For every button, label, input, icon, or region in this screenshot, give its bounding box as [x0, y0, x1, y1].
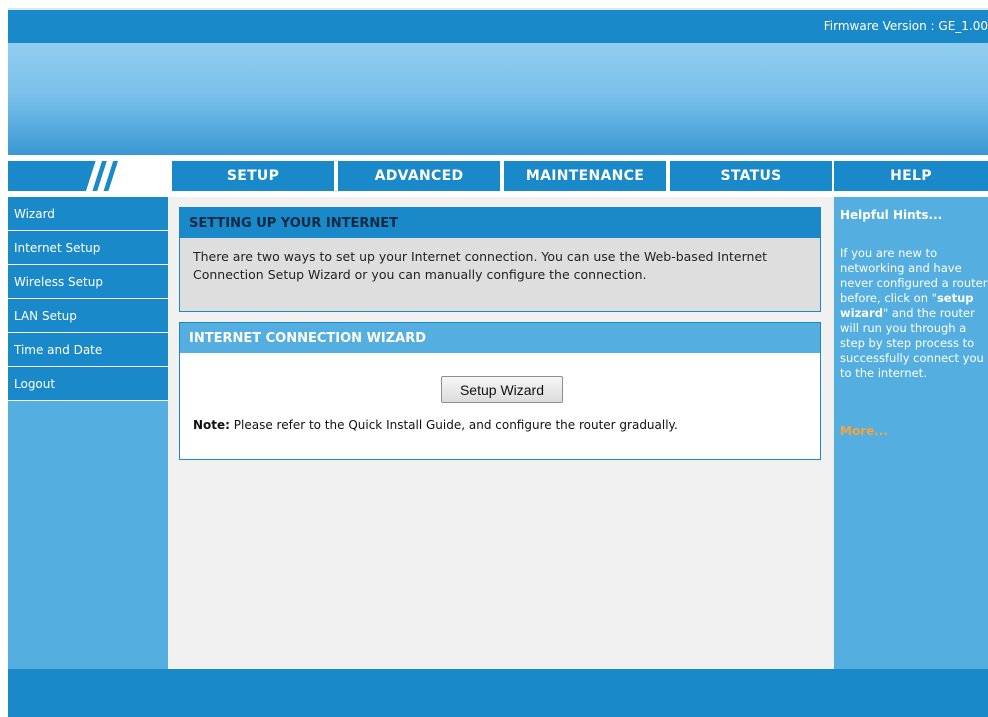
tab-advanced[interactable]: ADVANCED — [338, 161, 500, 191]
sidebar: Wizard Internet Setup Wireless Setup LAN… — [8, 197, 168, 669]
logo-stripes-shape — [86, 161, 166, 191]
sidebar-item-label: Time and Date — [14, 342, 103, 357]
sidebar-item-logout[interactable]: Logout — [8, 367, 168, 401]
setup-internet-description: There are two ways to set up your Intern… — [193, 249, 768, 282]
note-text: Please refer to the Quick Install Guide,… — [229, 418, 678, 432]
sidebar-item-label: Wizard — [14, 206, 55, 221]
setup-internet-panel: SETTING UP YOUR INTERNET There are two w… — [179, 207, 821, 312]
nav-bar: SETUP ADVANCED MAINTENANCE STATUS HELP — [8, 155, 988, 197]
logo-stripes-icon — [8, 161, 166, 191]
main-content: SETTING UP YOUR INTERNET There are two w… — [168, 197, 834, 669]
sidebar-item-label: Logout — [14, 376, 56, 391]
sidebar-item-wireless-setup[interactable]: Wireless Setup — [8, 265, 168, 299]
tab-maintenance[interactable]: MAINTENANCE — [504, 161, 666, 191]
sidebar-item-label: Internet Setup — [14, 240, 101, 255]
setup-wizard-button[interactable]: Setup Wizard — [441, 376, 563, 403]
more-link[interactable]: More... — [840, 424, 888, 439]
tab-setup[interactable]: SETUP — [172, 161, 334, 191]
sidebar-item-internet-setup[interactable]: Internet Setup — [8, 231, 168, 265]
sidebar-item-time-and-date[interactable]: Time and Date — [8, 333, 168, 367]
header-banner — [8, 43, 988, 155]
tab-status[interactable]: STATUS — [670, 161, 832, 191]
install-note: Note: Please refer to the Quick Install … — [193, 418, 678, 432]
sidebar-item-lan-setup[interactable]: LAN Setup — [8, 299, 168, 333]
hints-text: If you are new to networking and have ne… — [840, 246, 988, 381]
helpful-hints-panel: Helpful Hints... If you are new to netwo… — [834, 197, 988, 669]
left-border — [0, 8, 8, 717]
footer-bar — [8, 669, 988, 717]
note-label: Note: — [193, 418, 230, 432]
sidebar-item-label: Wireless Setup — [14, 274, 103, 289]
firmware-version: Firmware Version : GE_1.00 — [823, 19, 988, 33]
hints-title: Helpful Hints... — [840, 208, 943, 222]
tab-help[interactable]: HELP — [834, 161, 988, 191]
sidebar-item-wizard[interactable]: Wizard — [8, 197, 168, 231]
connection-wizard-title: INTERNET CONNECTION WIZARD — [180, 323, 820, 353]
connection-wizard-panel: INTERNET CONNECTION WIZARD Setup Wizard … — [179, 322, 821, 460]
setup-internet-title: SETTING UP YOUR INTERNET — [180, 208, 820, 238]
page: Firmware Version : GE_1.00 SETUP ADVANCE… — [0, 0, 988, 717]
sidebar-item-label: LAN Setup — [14, 308, 77, 323]
top-bar: Firmware Version : GE_1.00 — [8, 8, 988, 43]
